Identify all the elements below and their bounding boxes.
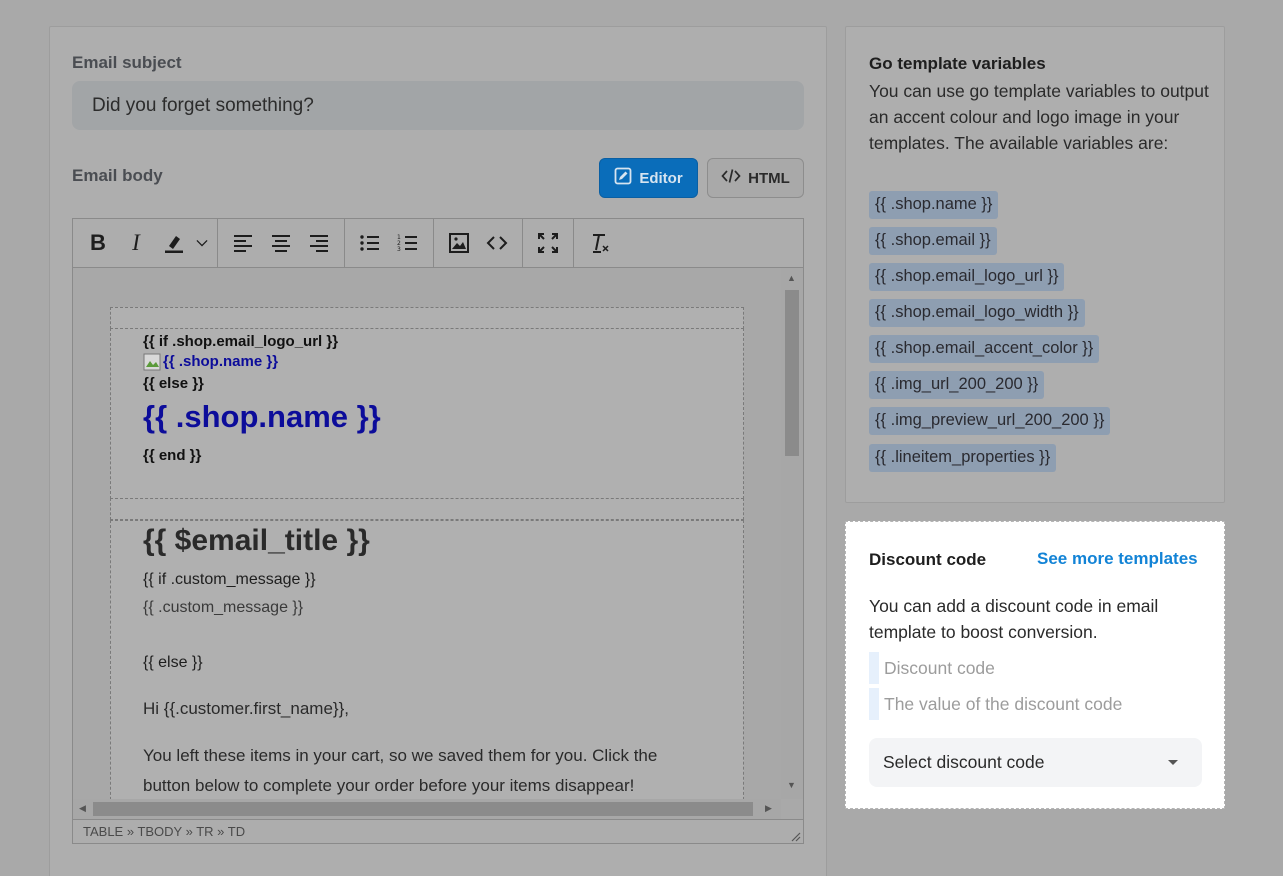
editor-content-area[interactable]: {{ if .shop.email_logo_url }} {{ .shop.n…	[73, 268, 781, 799]
rich-text-editor: B I 1 2 3 {{if .shop.email_logo_url}} …	[72, 218, 804, 844]
variables-description: You can use go template variables to out…	[869, 81, 1209, 153]
header-block: {{ if .shop.email_logo_url }} {{ .shop.n…	[110, 328, 744, 499]
template-tag: {{ end }}	[143, 447, 202, 464]
variable-chip[interactable]: {{ .img_preview_url_200_200 }}	[869, 407, 1111, 435]
see-more-templates-link[interactable]: See more templates	[1037, 549, 1198, 569]
resize-handle-icon[interactable]	[789, 829, 801, 842]
highlight-icon[interactable]	[155, 226, 193, 260]
variables-title: Go template variables	[869, 54, 1046, 73]
custom-message: {{ .custom_message }}	[143, 599, 304, 616]
discount-code-input[interactable]	[869, 652, 1199, 684]
select-label: Select discount code	[883, 752, 1045, 772]
element-path: TABLE » TBODY » TR » TD	[73, 819, 803, 843]
body-text-line: button below to complete your order befo…	[143, 776, 635, 795]
variable-chip[interactable]: {{ .img_url_200_200 }}	[869, 371, 1045, 399]
discount-code-panel: Discount code See more templates You can…	[845, 521, 1225, 809]
editor-mode-label: Editor	[639, 169, 683, 187]
template-tag: {{ if .shop.email_logo_url }}	[143, 333, 339, 350]
scroll-down-icon[interactable]: ▼	[787, 780, 796, 790]
template-variables-panel: Go template variables You can use go tem…	[845, 26, 1225, 503]
email-subject-label: Email subject	[72, 53, 182, 72]
svg-text:3: 3	[397, 246, 401, 253]
vertical-scrollbar[interactable]: ▲ ▼	[781, 268, 803, 799]
logo-alt-text[interactable]: {{ .shop.name }}	[163, 353, 278, 370]
body-text-line: You left these items in your cart, so we…	[143, 746, 658, 765]
greeting-text: Hi {{.customer.first_name}},	[143, 699, 349, 718]
bullet-list-icon[interactable]	[351, 226, 389, 260]
source-code-icon[interactable]	[478, 226, 516, 260]
variable-chip[interactable]: {{ .shop.email_logo_width }}	[869, 299, 1085, 327]
scroll-up-icon[interactable]: ▲	[787, 273, 796, 283]
html-mode-label: HTML	[748, 169, 790, 187]
discount-code-select[interactable]: Select discount code	[869, 738, 1202, 787]
variable-chip[interactable]: {{ .shop.email }}	[869, 227, 997, 255]
variable-chip[interactable]: {{ .shop.email_accent_color }}	[869, 335, 1100, 363]
edit-icon	[614, 167, 632, 189]
empty-block	[110, 307, 744, 329]
discount-value-input[interactable]	[869, 688, 1199, 720]
chevron-down-icon[interactable]	[193, 226, 211, 260]
broken-image-icon	[143, 353, 163, 371]
scroll-left-icon[interactable]: ◀	[79, 803, 86, 814]
scroll-thumb[interactable]	[93, 802, 753, 816]
email-subject-input[interactable]	[72, 81, 804, 130]
email-title[interactable]: {{ $email_title }}	[143, 524, 370, 558]
editor-toolbar: B I 1 2 3	[73, 218, 803, 268]
template-tag: {{ if .custom_message }}	[143, 571, 316, 588]
variable-chip[interactable]: {{ .shop.email_logo_url }}	[869, 263, 1065, 291]
caret-down-icon	[1168, 760, 1178, 765]
variable-chip[interactable]: {{ .shop.name }}	[869, 191, 999, 219]
fullscreen-icon[interactable]	[529, 226, 567, 260]
numbered-list-icon[interactable]: 123	[389, 226, 427, 260]
align-center-icon[interactable]	[262, 226, 300, 260]
discount-title: Discount code	[869, 550, 987, 569]
html-mode-button[interactable]: HTML	[707, 158, 804, 198]
variable-chip[interactable]: {{ .lineitem_properties }}	[869, 444, 1057, 472]
code-icon	[721, 168, 741, 188]
italic-icon[interactable]: I	[117, 226, 155, 260]
template-tag: {{ else }}	[143, 654, 203, 671]
horizontal-scrollbar[interactable]: ◀ ▶	[73, 799, 781, 819]
shop-name-heading[interactable]: {{ .shop.name }}	[143, 399, 381, 435]
content-block: {{ $email_title }} {{ if .custom_message…	[110, 520, 744, 799]
email-form-panel: Email subject Email body Editor HTML B I	[49, 26, 827, 876]
editor-mode-button[interactable]: Editor	[599, 158, 698, 198]
empty-block	[110, 498, 744, 520]
align-right-icon[interactable]	[300, 226, 338, 260]
bold-icon[interactable]: B	[79, 226, 117, 260]
email-body-label: Email body	[72, 166, 163, 185]
scroll-thumb[interactable]	[785, 290, 799, 456]
align-left-icon[interactable]	[224, 226, 262, 260]
discount-description: You can add a discount code in email tem…	[869, 596, 1159, 642]
image-icon[interactable]	[440, 226, 478, 260]
template-tag: {{ else }}	[143, 375, 204, 392]
scroll-right-icon[interactable]: ▶	[765, 803, 772, 814]
clear-format-icon[interactable]	[580, 226, 618, 260]
